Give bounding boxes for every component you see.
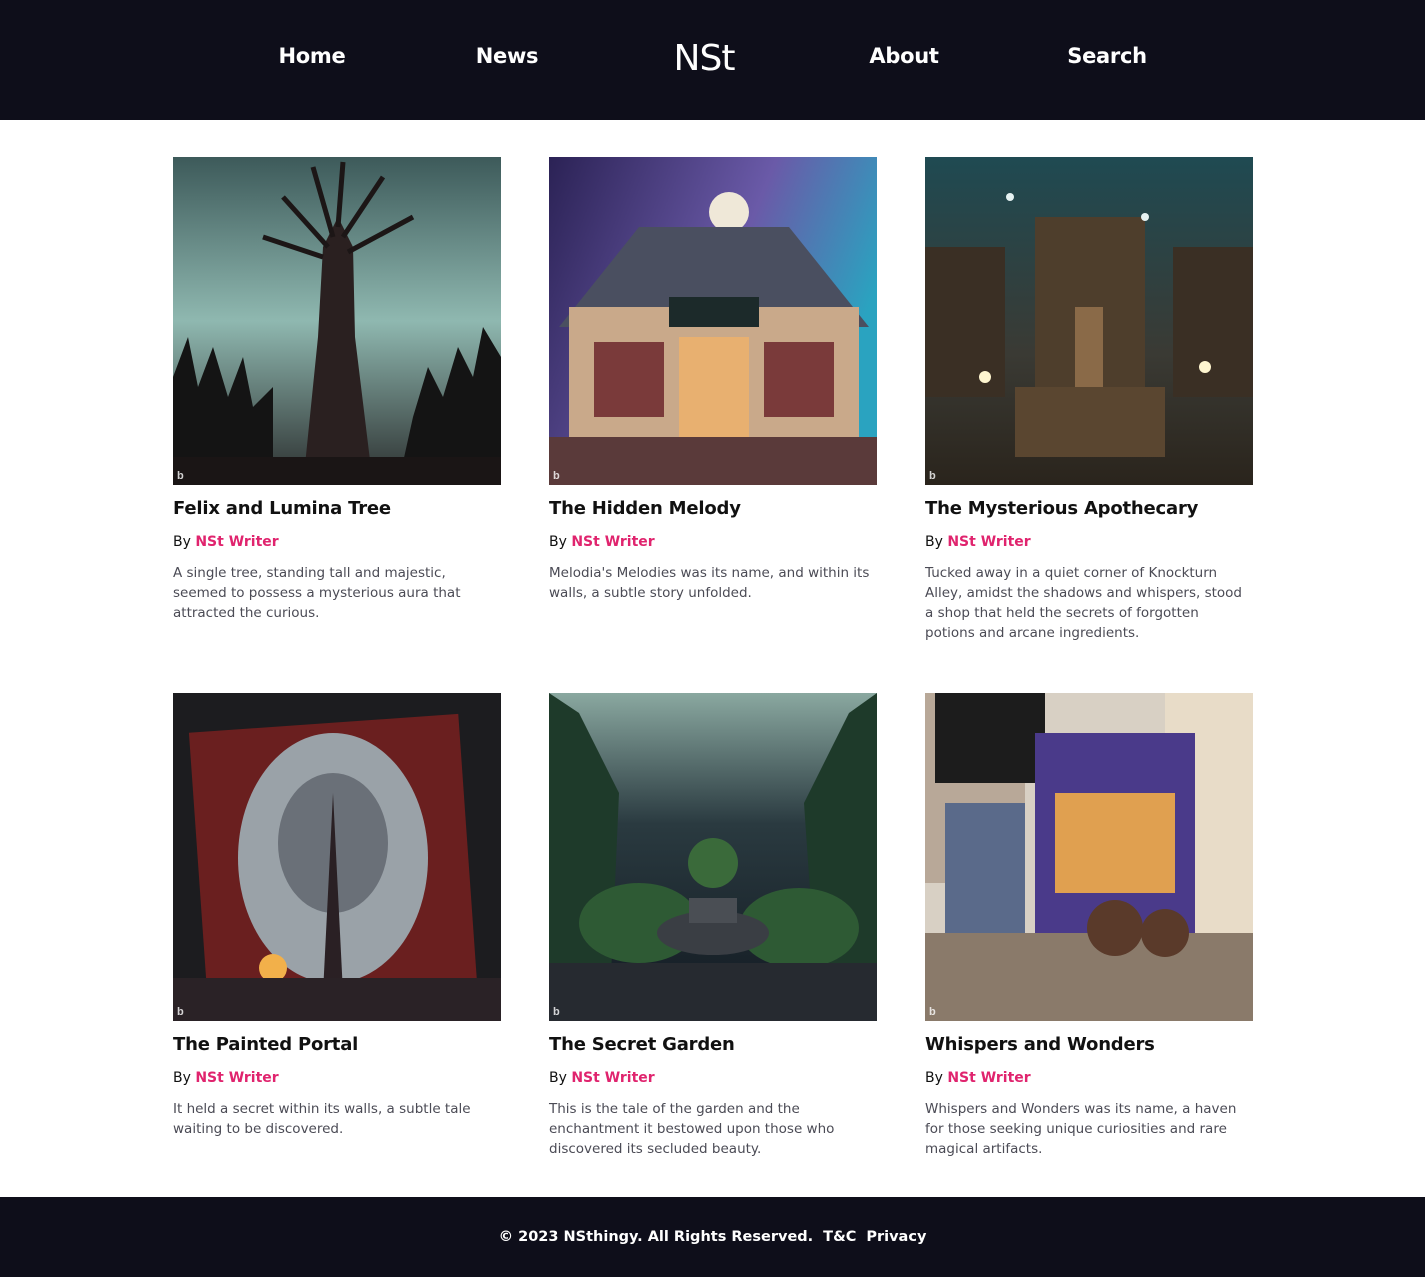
watermark-icon: b (553, 1006, 560, 1018)
post-excerpt: This is the tale of the garden and the e… (549, 1101, 835, 1157)
author-link[interactable]: NSt Writer (571, 534, 654, 550)
post-card[interactable]: b Felix and Lumina Tree By NSt Writer A … (173, 157, 501, 623)
by-label: By (173, 534, 191, 550)
author-link[interactable]: NSt Writer (195, 1070, 278, 1086)
byline: By NSt Writer (173, 1070, 501, 1086)
post-card[interactable]: b The Painted Portal By NSt Writer It he… (173, 693, 501, 1139)
garden-image[interactable]: b (549, 693, 877, 1021)
post-card[interactable]: b Whispers and Wonders By NSt Writer Whi… (925, 693, 1253, 1159)
watermark-icon: b (177, 1006, 184, 1018)
post-title[interactable]: The Mysterious Apothecary (925, 498, 1253, 520)
watermark-icon: b (177, 470, 184, 482)
post-excerpt: A single tree, standing tall and majesti… (173, 565, 461, 621)
byline: By NSt Writer (173, 534, 501, 550)
apothecary-image[interactable]: b (925, 157, 1253, 485)
nav-home-link[interactable]: Home (279, 44, 346, 68)
tree-image[interactable]: b (173, 157, 501, 485)
author-link[interactable]: NSt Writer (571, 1070, 654, 1086)
nav-news-link[interactable]: News (476, 44, 539, 68)
by-label: By (173, 1070, 191, 1086)
post-title[interactable]: The Painted Portal (173, 1034, 501, 1056)
site-logo[interactable]: NSt (674, 38, 736, 79)
copyright-text: © 2023 NSthingy. All Rights Reserved. (498, 1229, 814, 1245)
post-card[interactable]: b The Mysterious Apothecary By NSt Write… (925, 157, 1253, 643)
site-footer: © 2023 NSthingy. All Rights Reserved. T&… (0, 1197, 1425, 1277)
by-label: By (549, 1070, 567, 1086)
site-header: Home News NSt About Search (0, 0, 1425, 120)
byline: By NSt Writer (925, 534, 1253, 550)
by-label: By (925, 534, 943, 550)
post-excerpt: Whispers and Wonders was its name, a hav… (925, 1101, 1237, 1157)
post-excerpt: Tucked away in a quiet corner of Knocktu… (925, 565, 1243, 641)
nav-about-link[interactable]: About (869, 44, 939, 68)
portal-image[interactable]: b (173, 693, 501, 1021)
by-label: By (925, 1070, 943, 1086)
post-title[interactable]: The Hidden Melody (549, 498, 877, 520)
author-link[interactable]: NSt Writer (947, 1070, 1030, 1086)
post-title[interactable]: Felix and Lumina Tree (173, 498, 501, 520)
post-excerpt: Melodia's Melodies was its name, and wit… (549, 565, 870, 601)
byline: By NSt Writer (925, 1070, 1253, 1086)
storefront-image[interactable]: b (925, 693, 1253, 1021)
terms-link[interactable]: T&C (823, 1229, 856, 1245)
privacy-link[interactable]: Privacy (866, 1229, 926, 1245)
post-card[interactable]: b The Hidden Melody By NSt Writer Melodi… (549, 157, 877, 603)
watermark-icon: b (553, 470, 560, 482)
author-link[interactable]: NSt Writer (195, 534, 278, 550)
watermark-icon: b (929, 1006, 936, 1018)
post-excerpt: It held a secret within its walls, a sub… (173, 1101, 471, 1137)
post-title[interactable]: Whispers and Wonders (925, 1034, 1253, 1056)
post-title[interactable]: The Secret Garden (549, 1034, 877, 1056)
post-card[interactable]: b The Secret Garden By NSt Writer This i… (549, 693, 877, 1159)
byline: By NSt Writer (549, 534, 877, 550)
watermark-icon: b (929, 470, 936, 482)
byline: By NSt Writer (549, 1070, 877, 1086)
author-link[interactable]: NSt Writer (947, 534, 1030, 550)
nav-search-link[interactable]: Search (1067, 44, 1147, 68)
shop-image[interactable]: b (549, 157, 877, 485)
by-label: By (549, 534, 567, 550)
